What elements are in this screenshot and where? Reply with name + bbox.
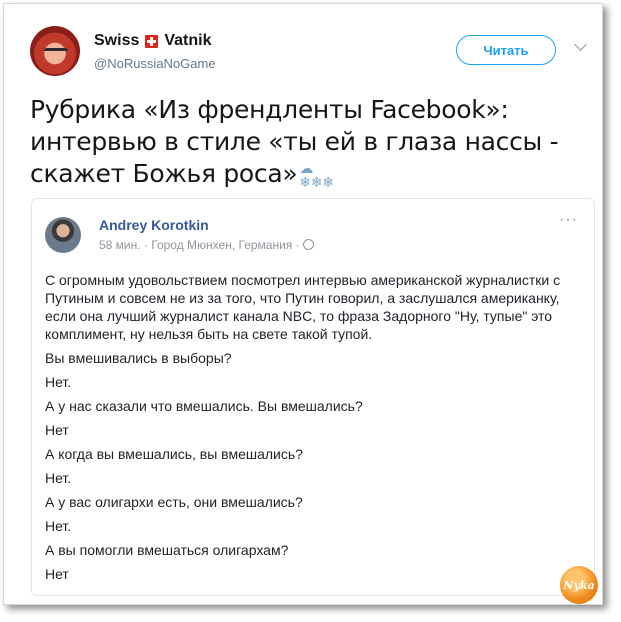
watermark-logo: Nyka xyxy=(560,566,598,604)
tweet-text-body: Рубрика «Из френдленты Facebook»: интерв… xyxy=(30,95,559,188)
dialog-line: Нет. xyxy=(45,470,72,486)
swiss-flag-icon xyxy=(145,34,159,48)
quoted-paragraph: С огромным удовольствием посмотрел интер… xyxy=(45,272,561,342)
quoted-author-avatar[interactable] xyxy=(45,217,81,253)
dialog-line: Нет. xyxy=(45,518,72,534)
dialog-line: Нет xyxy=(45,422,69,438)
quoted-author-name[interactable]: Andrey Korotkin xyxy=(99,217,209,233)
quoted-post[interactable]: Andrey Korotkin 58 мин. · Город Мюнхен, … xyxy=(31,198,595,596)
dialog-line: А когда вы вмешались, вы вмешались? xyxy=(45,446,303,462)
quoted-post-body: С огромным удовольствием посмотрел интер… xyxy=(45,271,580,583)
dialog-line: Нет xyxy=(45,566,69,582)
dialog-line: А у вас олигархи есть, они вмешались? xyxy=(45,494,303,510)
more-options-icon[interactable]: ··· xyxy=(559,211,578,229)
globe-icon xyxy=(302,239,314,250)
dialog-line: А у нас сказали что вмешались. Вы вмешал… xyxy=(45,398,363,414)
author-name-first: Swiss xyxy=(94,32,140,49)
follow-button[interactable]: Читать xyxy=(456,35,556,65)
dialog-line: Нет. xyxy=(45,374,72,390)
author-name-second: Vatnik xyxy=(164,32,212,49)
quoted-post-meta: 58 мин. · Город Мюнхен, Германия · xyxy=(99,238,314,252)
tweet-text: Рубрика «Из френдленты Facebook»: интерв… xyxy=(30,94,570,190)
avatar[interactable] xyxy=(30,26,80,76)
chevron-down-icon[interactable] xyxy=(574,38,587,51)
author-handle[interactable]: @NoRussiaNoGame xyxy=(94,56,216,71)
dialog-line: А вы помогли вмешаться олигархам? xyxy=(45,542,289,558)
avatar-glasses xyxy=(44,48,68,57)
quoted-post-meta-text: 58 мин. · Город Мюнхен, Германия · xyxy=(99,238,300,252)
dialog-line: Вы вмешивались в выборы? xyxy=(45,350,232,366)
author-name[interactable]: Swiss Vatnik xyxy=(94,32,212,50)
snow-cloud-icon: ☁ ❄❄❄ xyxy=(299,161,334,191)
tweet-card: Swiss Vatnik @NoRussiaNoGame Читать Рубр… xyxy=(3,3,603,605)
